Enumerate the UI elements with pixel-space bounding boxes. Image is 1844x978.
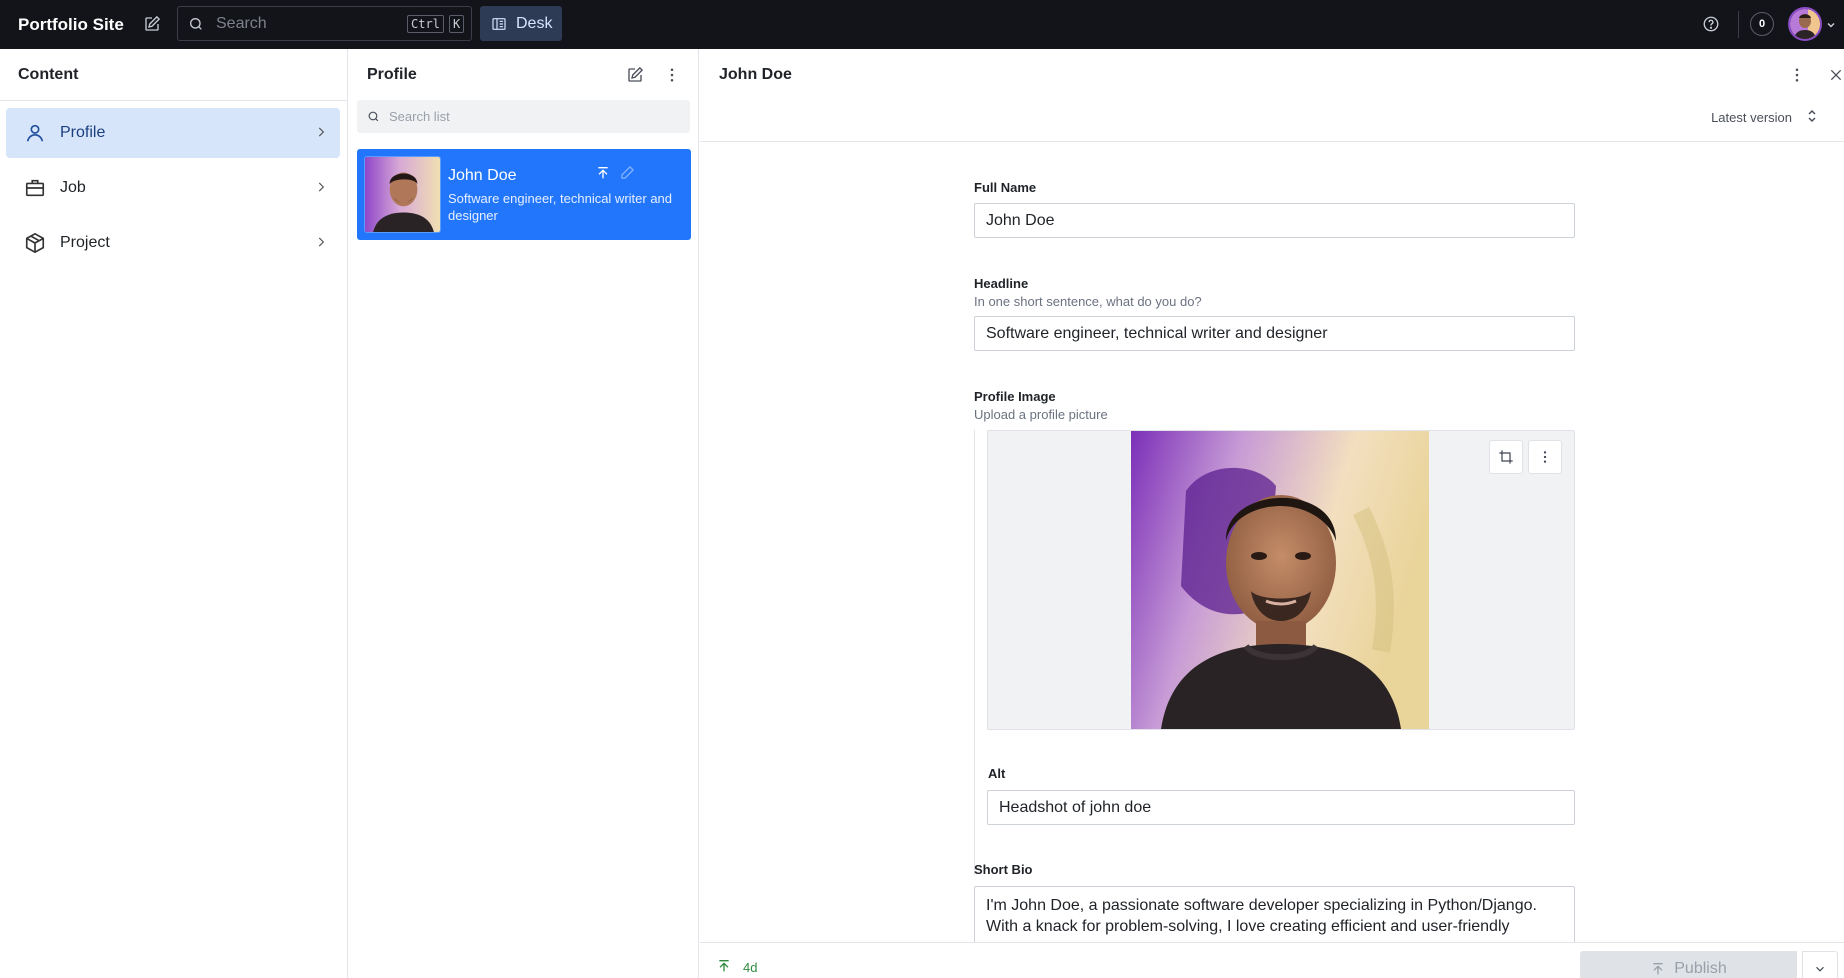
- desk-icon: [492, 17, 506, 30]
- headline-label: Headline: [974, 276, 1029, 291]
- divider: [1738, 11, 1739, 38]
- shortcut-key: K: [449, 15, 465, 33]
- short-bio-label: Short Bio: [974, 862, 1033, 877]
- shortcut-ctrl: Ctrl: [407, 15, 444, 33]
- chevron-right-icon: [318, 237, 325, 247]
- more-vertical-icon[interactable]: [658, 61, 686, 89]
- profile-image-field[interactable]: [987, 430, 1575, 730]
- publish-icon: [1653, 963, 1663, 975]
- search-icon: [368, 111, 379, 122]
- nav-item-label: Project: [60, 234, 110, 251]
- profile-image-label: Profile Image: [974, 389, 1056, 404]
- search-icon: [190, 17, 202, 30]
- short-bio-textarea[interactable]: I'm John Doe, a passionate software deve…: [974, 886, 1575, 946]
- nav-item-profile[interactable]: Profile: [6, 108, 340, 158]
- alt-input[interactable]: Headshot of john doe: [987, 790, 1575, 825]
- more-vertical-icon: [1543, 451, 1547, 463]
- content-pane-title: Content: [18, 66, 79, 83]
- divider: [0, 100, 347, 101]
- image-options-button[interactable]: [1528, 440, 1562, 474]
- profile-image-description: Upload a profile picture: [974, 407, 1108, 422]
- chevron-down-icon[interactable]: [1826, 20, 1836, 30]
- document-pane: John Doe Latest version Full Name John D…: [700, 49, 1844, 978]
- publish-label: Publish: [1674, 960, 1727, 977]
- more-vertical-icon[interactable]: [1783, 61, 1811, 89]
- document-title: John Doe: [719, 66, 792, 83]
- full-name-input[interactable]: John Doe: [974, 203, 1575, 238]
- document-footer: 4d Publish: [700, 942, 1844, 978]
- desk-button[interactable]: Desk: [480, 6, 562, 41]
- list-item-subtitle: Software engineer, technical writer and …: [448, 191, 673, 223]
- search-placeholder: Search: [216, 14, 267, 32]
- headline-description: In one short sentence, what do you do?: [974, 294, 1202, 309]
- compose-icon[interactable]: [138, 10, 166, 38]
- divider: [700, 141, 1844, 142]
- profile-pane-title: Profile: [367, 66, 417, 83]
- brand-title[interactable]: Portfolio Site: [18, 15, 124, 35]
- list-search-input[interactable]: Search list: [357, 100, 690, 133]
- chevron-right-icon: [318, 182, 325, 192]
- profile-list-pane: Profile Search list John Doe Software en…: [349, 49, 699, 978]
- published-icon: [598, 167, 608, 179]
- profile-thumbnail: [364, 156, 441, 233]
- publish-menu-button[interactable]: [1802, 951, 1838, 978]
- crop-icon: [1499, 450, 1513, 464]
- publish-status: 4d: [743, 960, 758, 975]
- global-search-input[interactable]: Search Ctrl K: [177, 6, 472, 41]
- nav-item-label: Profile: [60, 124, 106, 141]
- version-selector[interactable]: Latest version: [1711, 110, 1792, 125]
- nav-item-project[interactable]: Project: [6, 218, 340, 268]
- user-avatar[interactable]: [1788, 7, 1822, 41]
- full-name-label: Full Name: [974, 180, 1037, 195]
- publish-button[interactable]: Publish: [1580, 951, 1797, 978]
- alt-label: Alt: [988, 766, 1006, 781]
- user-icon: [26, 124, 44, 142]
- divider: [974, 430, 975, 875]
- briefcase-icon: [25, 179, 45, 197]
- headline-input[interactable]: Software engineer, technical writer and …: [974, 316, 1575, 351]
- crop-button[interactable]: [1489, 440, 1523, 474]
- package-icon: [25, 232, 45, 254]
- compose-icon[interactable]: [621, 61, 649, 89]
- list-item[interactable]: John Doe Software engineer, technical wr…: [357, 149, 691, 240]
- nav-item-job[interactable]: Job: [6, 163, 340, 213]
- notification-badge[interactable]: 0: [1750, 12, 1774, 36]
- published-icon: [719, 960, 729, 972]
- top-bar: Portfolio Site Search Ctrl K Desk 0: [0, 0, 1844, 49]
- edit-icon: [621, 165, 635, 179]
- content-pane: Content Profile Job Project: [0, 49, 348, 978]
- chevron-right-icon: [318, 127, 325, 137]
- close-icon[interactable]: [1822, 61, 1844, 89]
- list-item-title: John Doe: [448, 167, 517, 184]
- desk-label: Desk: [516, 14, 553, 32]
- list-search-placeholder: Search list: [389, 109, 450, 124]
- chevron-down-icon: [1816, 966, 1824, 972]
- chevron-up-down-icon[interactable]: [1806, 108, 1818, 124]
- help-icon[interactable]: [1697, 10, 1725, 38]
- nav-item-label: Job: [60, 179, 86, 196]
- profile-image: [1131, 431, 1429, 729]
